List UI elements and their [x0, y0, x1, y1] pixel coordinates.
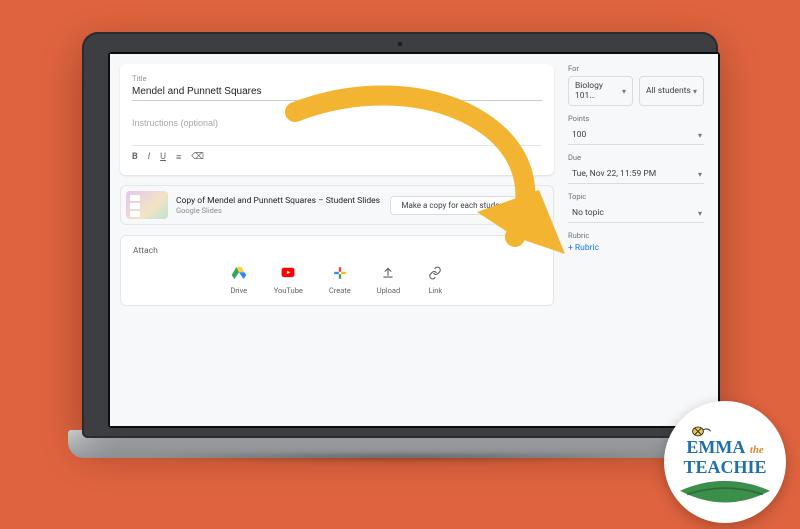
attachment-thumbnail [126, 191, 168, 219]
italic-button[interactable]: I [148, 152, 150, 163]
brand-badge: EMMA the TEACHIE [664, 401, 786, 523]
due-section: Due Tue, Nov 22, 11:59 PM ▾ [568, 153, 704, 184]
bulleted-list-button[interactable]: ≡ [176, 152, 181, 163]
points-dropdown[interactable]: 100 ▾ [568, 126, 704, 145]
for-label: For [568, 64, 704, 73]
camera-dot [397, 41, 403, 47]
screen: Title B I U ≡ ⌫ [110, 54, 718, 426]
attached-file-row: Copy of Mendel and Punnett Squares – Stu… [120, 185, 554, 225]
attachment-text[interactable]: Copy of Mendel and Punnett Squares – Stu… [176, 196, 382, 215]
underline-button[interactable]: U [160, 152, 166, 163]
brand-logo-icon: EMMA the TEACHIE [671, 408, 779, 516]
side-column: For Biology 101… ▾ All students ▾ [568, 64, 704, 416]
topic-label: Topic [568, 192, 704, 201]
assignment-details-card: Title B I U ≡ ⌫ [120, 64, 554, 175]
laptop-shadow [140, 454, 660, 464]
attachment-subtitle: Google Slides [176, 206, 382, 215]
topic-section: Topic No topic ▾ [568, 192, 704, 223]
class-dropdown[interactable]: Biology 101… ▾ [568, 76, 633, 106]
students-dropdown[interactable]: All students ▾ [639, 76, 704, 106]
remove-attachment-button[interactable]: ✕ [531, 197, 547, 213]
attach-create-label: Create [329, 286, 351, 295]
svg-text:EMMA the: EMMA the [686, 437, 763, 457]
attach-drive-button[interactable]: Drive [230, 264, 248, 295]
laptop-lid: Title B I U ≡ ⌫ [82, 32, 718, 438]
bold-button[interactable]: B [132, 152, 138, 163]
rich-text-toolbar: B I U ≡ ⌫ [132, 145, 542, 165]
chevron-down-icon: ▾ [510, 201, 514, 209]
students-value: All students [646, 86, 691, 96]
attach-heading: Attach [133, 246, 541, 256]
chevron-down-icon: ▾ [622, 87, 626, 96]
svg-text:TEACHIE: TEACHIE [683, 457, 766, 477]
chevron-down-icon: ▾ [698, 170, 702, 179]
for-section: For Biology 101… ▾ All students ▾ [568, 64, 704, 106]
attachment-permission-label: Make a copy for each student [401, 201, 506, 210]
attach-youtube-button[interactable]: YouTube [274, 264, 303, 295]
rubric-label: Rubric [568, 231, 704, 240]
add-rubric-button[interactable]: + Rubric [568, 243, 704, 253]
main-column: Title B I U ≡ ⌫ [120, 64, 554, 416]
chevron-down-icon: ▾ [693, 87, 697, 96]
youtube-icon [279, 264, 297, 282]
topic-dropdown[interactable]: No topic ▾ [568, 204, 704, 223]
points-section: Points 100 ▾ [568, 114, 704, 145]
attach-youtube-label: YouTube [274, 286, 303, 295]
instructions-input[interactable] [132, 115, 542, 131]
screen-bezel: Title B I U ≡ ⌫ [108, 52, 720, 428]
attach-create-button[interactable]: Create [329, 264, 351, 295]
attach-link-button[interactable]: Link [426, 264, 444, 295]
attach-upload-label: Upload [377, 286, 401, 295]
due-value: Tue, Nov 22, 11:59 PM [572, 169, 656, 179]
title-input[interactable] [132, 83, 542, 101]
due-dropdown[interactable]: Tue, Nov 22, 11:59 PM ▾ [568, 165, 704, 184]
upload-icon [379, 264, 397, 282]
attach-options-row: Drive YouTube [133, 264, 541, 295]
points-label: Points [568, 114, 704, 123]
attach-card: Attach Drive [120, 235, 554, 306]
attach-link-label: Link [428, 286, 442, 295]
attachment-title: Copy of Mendel and Punnett Squares – Stu… [176, 196, 382, 206]
due-label: Due [568, 153, 704, 162]
clear-formatting-button[interactable]: ⌫ [191, 152, 204, 163]
attach-drive-label: Drive [230, 286, 247, 295]
chevron-down-icon: ▾ [698, 131, 702, 140]
classroom-assignment-editor: Title B I U ≡ ⌫ [110, 54, 718, 426]
laptop-mockup: Title B I U ≡ ⌫ [68, 32, 732, 494]
points-value: 100 [572, 130, 586, 140]
link-icon [426, 264, 444, 282]
topic-value: No topic [572, 208, 604, 218]
attachment-permission-dropdown[interactable]: Make a copy for each student ▾ [390, 196, 523, 215]
drive-icon [230, 264, 248, 282]
attach-upload-button[interactable]: Upload [377, 264, 401, 295]
chevron-down-icon: ▾ [698, 209, 702, 218]
class-value: Biology 101… [575, 81, 622, 101]
rubric-section: Rubric + Rubric [568, 231, 704, 253]
plus-multicolor-icon [331, 264, 349, 282]
title-field-label: Title [132, 74, 542, 83]
